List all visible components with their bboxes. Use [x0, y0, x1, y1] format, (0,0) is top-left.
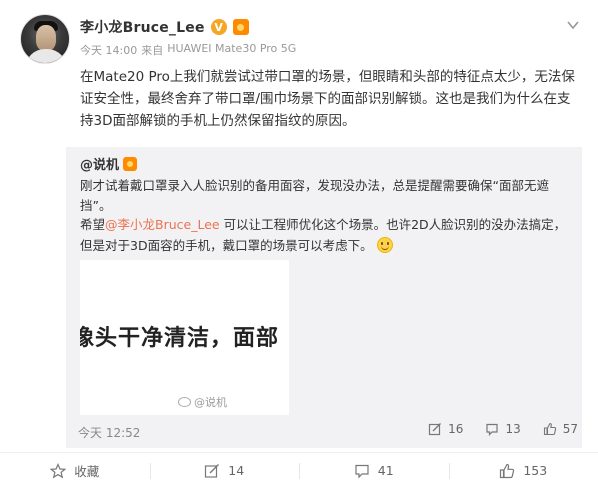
from-label: 来自 — [141, 44, 164, 57]
comment-icon — [486, 423, 499, 436]
author-name-link[interactable]: 李小龙Bruce_Lee — [80, 17, 205, 37]
repost-like-count: 57 — [562, 422, 578, 436]
comment-icon — [355, 464, 369, 478]
chevron-down-icon[interactable] — [566, 18, 580, 32]
repost-time[interactable]: 今天 12:52 — [78, 424, 140, 441]
image-caption-text: 像头干净清洁，面部 — [80, 326, 280, 351]
repost-like-button[interactable]: 57 — [543, 422, 578, 436]
repost-text: 刚才试着戴口罩录入人脸识别的备用面容，发现没办法，总是提醒需要确保“面部无遮挡”… — [80, 178, 549, 213]
repost-image-thumbnail[interactable]: 像头干净清洁，面部 @说机 — [80, 260, 289, 415]
level-badge-icon[interactable] — [232, 19, 249, 35]
favorite-label: 收藏 — [74, 464, 100, 479]
repost-text-prefix: 希望 — [80, 217, 106, 232]
thumbs-up-icon — [543, 422, 556, 436]
thumbs-up-icon — [500, 463, 515, 478]
verified-icon: V — [210, 19, 227, 35]
like-button[interactable]: 153 — [448, 453, 598, 488]
post-meta: 今天 14:00 来自 HUAWEI Mate30 Pro 5G — [80, 42, 296, 58]
author-line: 李小龙Bruce_Lee V — [80, 16, 249, 38]
mention-link[interactable]: @李小龙Bruce_Lee — [105, 217, 220, 232]
favorite-button[interactable]: 收藏 — [0, 453, 150, 488]
smile-emoji-icon — [376, 237, 393, 253]
repost-share-count: 16 — [448, 422, 464, 436]
repost-author-link[interactable]: @说机 — [80, 154, 119, 173]
repost-level-badge-icon[interactable] — [123, 156, 138, 171]
repost-comment-button[interactable]: 13 — [485, 422, 521, 436]
repost-actions: 16 13 57 — [428, 422, 578, 436]
weibo-post-card: 李小龙Bruce_Lee V 今天 14:00 来自 HUAWEI Mate30… — [0, 0, 598, 488]
comment-count: 41 — [377, 463, 394, 478]
share-icon — [429, 423, 442, 436]
repost-text-second: 希望@李小龙Bruce_Lee 可以让工程师优化这个场景。也许2D人脸识别的没办… — [80, 214, 570, 256]
weibo-logo-icon — [178, 397, 191, 407]
post-text: 在Mate20 Pro上我们就尝试过带口罩的场景，但眼睛和头部的特征点太少，无法… — [80, 69, 575, 129]
post-time[interactable]: 今天 14:00 — [80, 42, 137, 58]
author-avatar[interactable] — [20, 14, 70, 64]
post-device: HUAWEI Mate30 Pro 5G — [167, 42, 297, 55]
comment-button[interactable]: 41 — [299, 453, 449, 488]
watermark-text: @说机 — [194, 396, 227, 409]
like-count: 153 — [523, 463, 548, 478]
repost-share-button[interactable]: 16 — [428, 422, 463, 436]
star-icon — [50, 462, 67, 478]
repost-comment-count: 13 — [505, 422, 521, 436]
post-action-bar: 收藏 14 41 153 — [0, 452, 598, 488]
repost-button[interactable]: 14 — [149, 453, 300, 488]
share-icon — [205, 463, 220, 478]
image-watermark: @说机 — [178, 394, 227, 410]
repost-author: @说机 — [80, 154, 138, 173]
repost-box: @说机 刚才试着戴口罩录入人脸识别的备用面容，发现没办法，总是提醒需要确保“面部… — [66, 147, 582, 448]
repost-count: 14 — [228, 463, 245, 478]
